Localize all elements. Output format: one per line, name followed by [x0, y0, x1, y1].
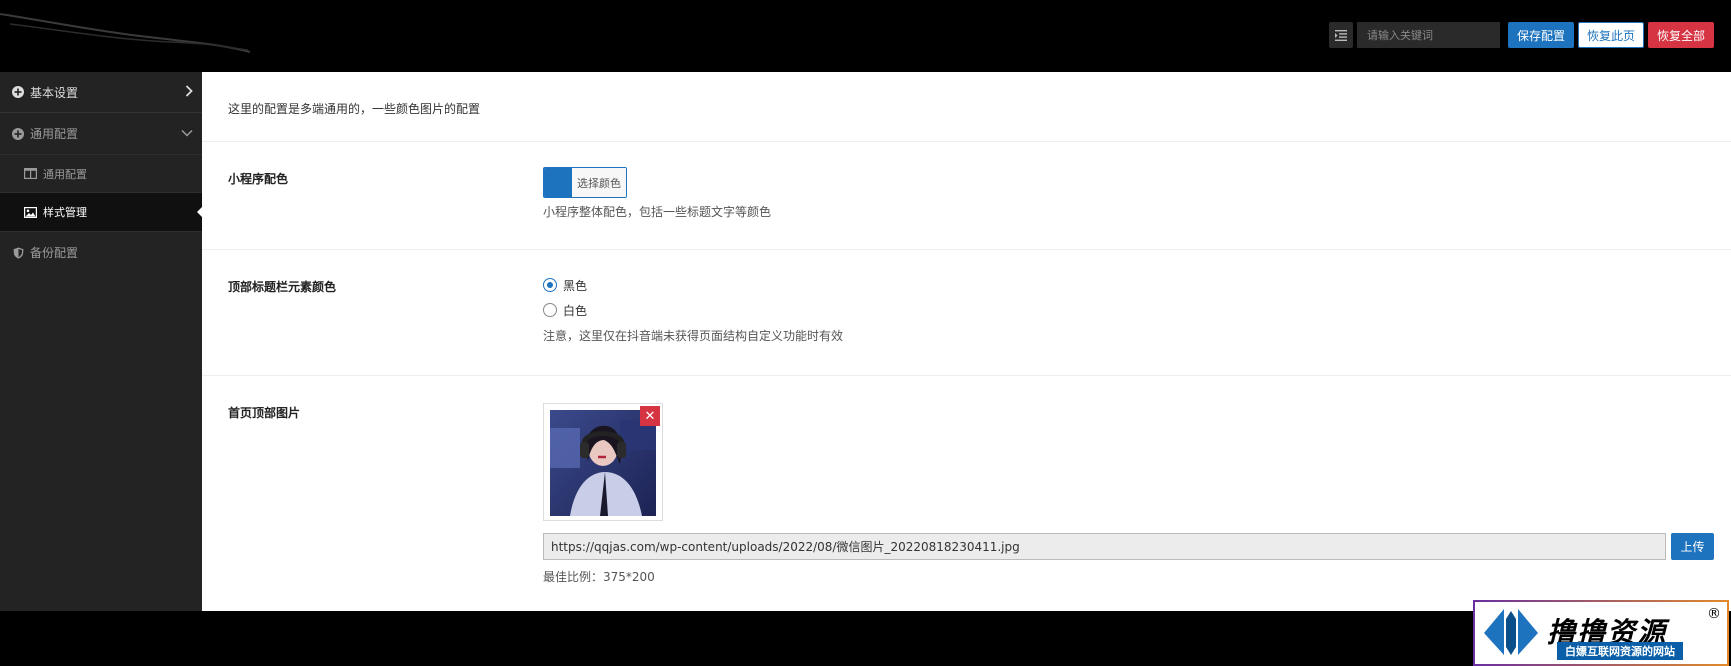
- shield-icon: [12, 247, 24, 259]
- sidebar-subitem-general-config[interactable]: 通用配置: [0, 154, 202, 193]
- watermark-badge: 撸撸资源 白嫖互联网资源的网站 ®: [1473, 600, 1729, 666]
- title-bar-color-row: 顶部标题栏元素颜色 黑色 白色 注意，这里仅在抖音端未获得页面结构自定义功能时有…: [202, 250, 1731, 376]
- watermark-logo: [1475, 602, 1547, 664]
- sidebar-subitem-style-management[interactable]: 样式管理: [0, 193, 202, 232]
- sidebar: 基本设置 通用配置 通用配置 样式管理 备份配置: [0, 72, 202, 611]
- plus-circle-icon: [12, 86, 24, 98]
- radio-option-black[interactable]: 黑色: [543, 274, 843, 296]
- image-icon: [24, 206, 37, 218]
- image-url-input[interactable]: [543, 533, 1666, 560]
- banner-image-control: ✕ 上传 最佳比例：375*200: [543, 403, 1714, 585]
- color-hint: 小程序整体配色，包括一些标题文字等颜色: [543, 205, 772, 219]
- radio-label: 白色: [563, 303, 588, 318]
- choose-color-button[interactable]: 选择颜色: [543, 167, 627, 198]
- save-config-button[interactable]: 保存配置: [1507, 22, 1574, 48]
- sidebar-item-label: 通用配置: [43, 167, 87, 181]
- title-bar-color-label: 顶部标题栏元素颜色: [228, 280, 337, 294]
- watermark-subtitle: 白嫖互联网资源的网站: [1557, 642, 1683, 660]
- restore-all-button[interactable]: 恢复全部: [1647, 22, 1714, 48]
- banner-image-row: 首页顶部图片 ✕ https://qqjas.com/wp-content/up…: [202, 376, 1731, 611]
- radio-checked-icon: [543, 278, 557, 292]
- color-picker: 选择颜色 小程序整体配色，包括一些标题文字等颜色: [543, 167, 771, 220]
- registered-mark: ®: [1707, 606, 1721, 622]
- color-swatch: [544, 168, 572, 197]
- sidebar-item-basic-settings[interactable]: 基本设置: [0, 72, 202, 113]
- scribble-mark: [0, 13, 251, 53]
- radio-option-white[interactable]: 白色: [543, 299, 843, 321]
- radio-unchecked-icon: [543, 303, 557, 317]
- sidebar-item-label: 备份配置: [30, 246, 79, 260]
- header-toolbar: 保存配置 恢复此页 恢复全部: [1328, 22, 1714, 48]
- ratio-hint: 最佳比例：375*200: [543, 570, 655, 584]
- sidebar-item-label: 样式管理: [43, 206, 87, 219]
- restore-page-button[interactable]: 恢复此页: [1577, 22, 1644, 48]
- radio-label: 黑色: [563, 278, 588, 293]
- banner-image-label: 首页顶部图片: [228, 406, 301, 420]
- color-setting-label: 小程序配色: [228, 172, 289, 186]
- list-toggle-button[interactable]: [1328, 22, 1353, 48]
- main-panel: 这里的配置是多端通用的，一些颜色图片的配置 小程序配色 选择颜色 小程序整体配色…: [202, 72, 1731, 611]
- chevron-down-icon: [181, 126, 193, 140]
- search-input[interactable]: [1356, 22, 1500, 48]
- sidebar-item-label: 通用配置: [30, 127, 79, 141]
- list-indent-icon: [1334, 29, 1347, 41]
- title-bar-color-options: 黑色 白色 注意，这里仅在抖音端未获得页面结构自定义功能时有效: [543, 274, 843, 344]
- color-setting-row: 小程序配色 选择颜色 小程序整体配色，包括一些标题文字等颜色: [202, 142, 1731, 250]
- banner-thumbnail: ✕: [543, 403, 663, 521]
- sidebar-item-general-config[interactable]: 通用配置: [0, 113, 202, 154]
- choose-color-label: 选择颜色: [572, 168, 626, 197]
- upload-button[interactable]: 上传: [1671, 533, 1714, 560]
- image-url-row: 上传: [543, 533, 1714, 560]
- plus-circle-icon: [12, 127, 24, 140]
- chevron-right-icon: [185, 85, 193, 100]
- top-header: 保存配置 恢复此页 恢复全部: [0, 0, 1731, 72]
- intro-text: 这里的配置是多端通用的，一些颜色图片的配置: [202, 72, 1731, 142]
- sidebar-item-label: 基本设置: [30, 85, 79, 100]
- remove-image-button[interactable]: ✕: [640, 406, 660, 426]
- title-bar-hint: 注意，这里仅在抖音端未获得页面结构自定义功能时有效: [543, 329, 844, 343]
- sidebar-item-backup-config[interactable]: 备份配置: [0, 232, 202, 273]
- columns-icon: [24, 168, 37, 179]
